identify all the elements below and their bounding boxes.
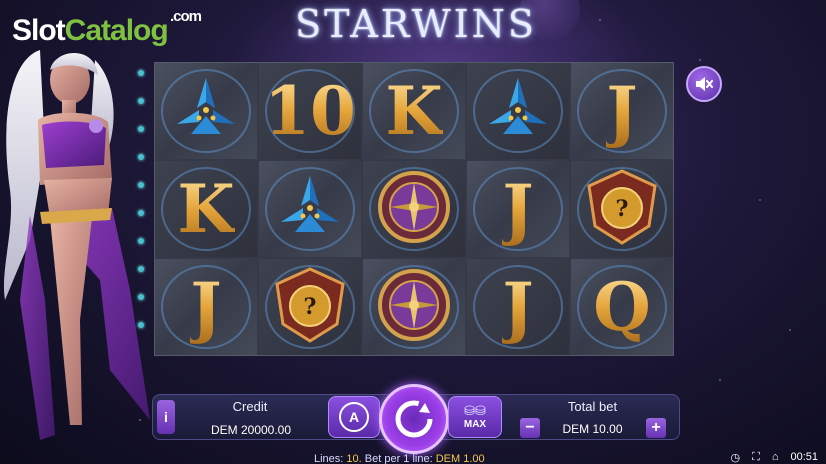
reel-cell: ? — [259, 259, 361, 355]
credit-value: DEM 20000.00 — [210, 423, 292, 437]
history-icon[interactable]: ◷ — [731, 451, 741, 464]
payline-dot — [138, 266, 144, 272]
character-illustration — [3, 50, 150, 440]
reel-cell — [363, 259, 465, 355]
autoplay-icon: A — [339, 402, 369, 432]
max-bet-label: MAX — [463, 419, 487, 430]
autoplay-button[interactable]: A — [328, 396, 380, 438]
payline-dot — [138, 154, 144, 160]
spin-icon — [395, 400, 433, 438]
reel-cell: J — [467, 259, 569, 355]
sound-toggle-button[interactable] — [686, 66, 722, 102]
payline-dot — [138, 98, 144, 104]
reel-cell: K — [363, 63, 465, 159]
total-bet-label: Total bet — [567, 399, 618, 414]
reel-cell: K — [155, 161, 257, 257]
compass-symbol — [377, 170, 451, 249]
reel-cell — [155, 63, 257, 159]
credit-label: Credit — [232, 399, 268, 414]
payline-dot — [138, 210, 144, 216]
watermark-com: .com — [170, 8, 202, 25]
home-icon[interactable]: ⌂ — [772, 451, 779, 464]
letter-symbol: J — [502, 268, 534, 346]
pyramid-symbol — [483, 74, 553, 149]
pyramid-symbol — [171, 74, 241, 149]
letter-symbol: Q — [593, 268, 651, 346]
payline-dot — [138, 182, 144, 188]
mystery-symbol: ? — [271, 266, 349, 349]
fullscreen-icon[interactable]: ⛶ — [752, 451, 760, 464]
payline-dot — [138, 322, 144, 328]
svg-text:?: ? — [616, 196, 629, 222]
compass-symbol — [377, 268, 451, 347]
reel-cell: J — [571, 63, 673, 159]
coin-stack-icon: ⛁⛁ — [464, 403, 486, 418]
letter-symbol: K — [385, 72, 443, 150]
system-toolbar: ◷ ⛶ ⌂ 00:51 — [731, 451, 819, 464]
payline-dot — [138, 294, 144, 300]
speaker-muted-icon — [696, 77, 713, 91]
mystery-symbol: ? — [583, 168, 661, 251]
payline-dot — [138, 70, 144, 76]
svg-text:?: ? — [304, 294, 317, 320]
info-button[interactable]: i — [157, 400, 175, 434]
letter-symbol: 10 — [264, 72, 356, 150]
letter-symbol: J — [606, 72, 638, 150]
reel-cell: J — [155, 259, 257, 355]
letter-symbol: J — [502, 170, 534, 248]
reel-cell: J — [467, 161, 569, 257]
reel-cell: Q — [571, 259, 673, 355]
clock-time: 00:51 — [790, 451, 818, 463]
payline-indicators — [138, 70, 146, 340]
reel-cell — [259, 161, 361, 257]
reel-grid: 10 K JK J ? J ? J Q — [154, 62, 674, 356]
reel-cell: 10 — [259, 63, 361, 159]
lines-value: 10. — [346, 453, 362, 464]
letter-symbol: K — [177, 170, 235, 248]
reel-cell: ? — [571, 161, 673, 257]
letter-symbol: J — [190, 268, 222, 346]
total-bet-value: DEM 10.00 — [562, 422, 623, 436]
payline-dot — [138, 238, 144, 244]
pyramid-symbol — [275, 172, 345, 247]
bet-per-line-label: Bet per 1 line: — [364, 453, 433, 464]
reel-cell — [467, 63, 569, 159]
bet-per-line-value: DEM 1.00 — [435, 453, 485, 464]
spin-button[interactable] — [379, 384, 449, 454]
lines-label: Lines: — [314, 453, 344, 464]
payline-dot — [138, 126, 144, 132]
decrease-bet-button[interactable]: − — [520, 418, 540, 438]
max-bet-button[interactable]: ⛁⛁ MAX — [448, 396, 502, 438]
increase-bet-button[interactable]: + — [646, 418, 666, 438]
game-logo: STARWINS — [295, 2, 537, 46]
reel-cell — [363, 161, 465, 257]
bet-status-line: Lines: 10. Bet per 1 line: DEM 1.00 — [314, 453, 485, 464]
